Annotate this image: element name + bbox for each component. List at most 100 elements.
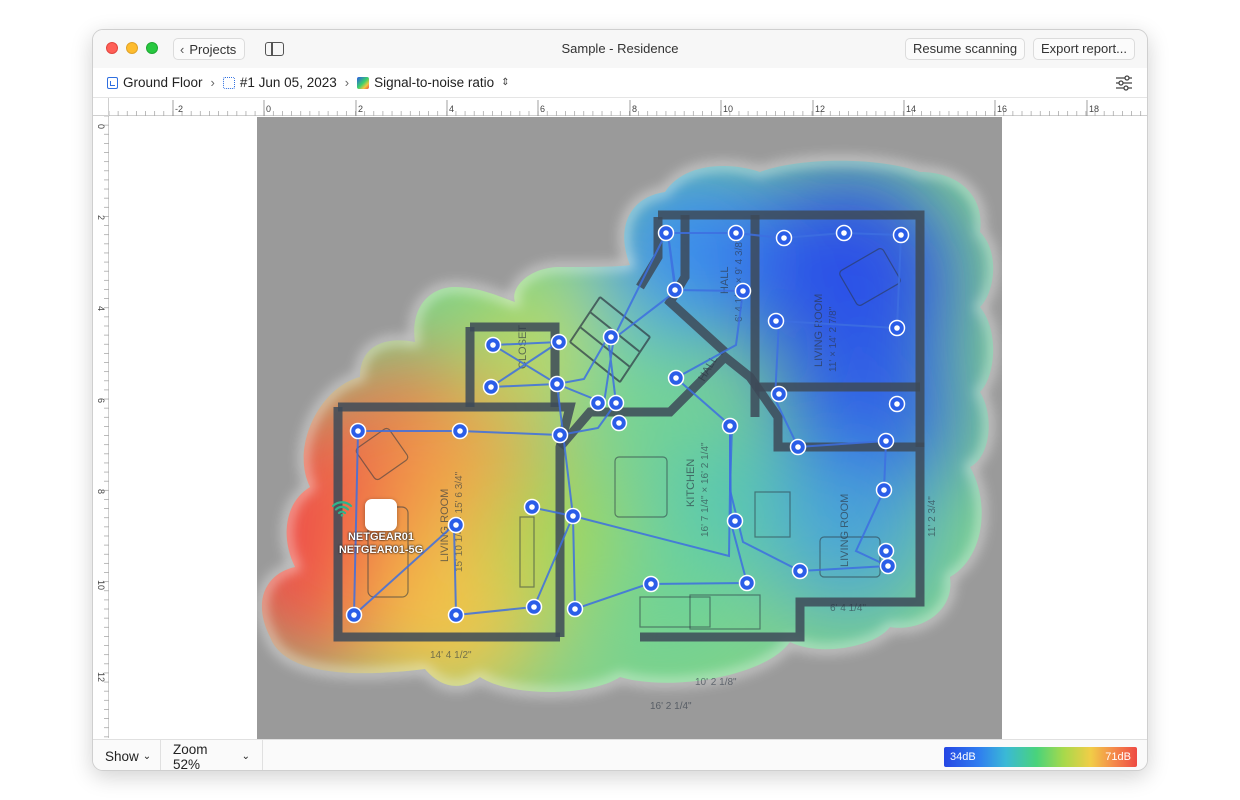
survey-point-center: [732, 518, 738, 524]
show-menu-button[interactable]: Show ⌄: [93, 740, 161, 770]
scan-label: #1 Jun 05, 2023: [239, 75, 337, 90]
ruler-tick-label: 0: [266, 104, 271, 114]
breadcrumb: Ground Floor › #1 Jun 05, 2023 › Signal-…: [93, 68, 1147, 98]
dimension-label: 10' 2 1/8": [695, 677, 737, 688]
survey-point-center: [883, 548, 889, 554]
survey-point-center: [883, 438, 889, 444]
survey-point-center: [572, 606, 578, 612]
dimension-label: 11' 2 3/4": [927, 496, 938, 537]
ruler-tick-label: 10: [723, 104, 733, 114]
survey-point-center: [355, 428, 361, 434]
survey-point-center: [570, 513, 576, 519]
survey-point-center: [672, 287, 678, 293]
access-point-name: NETGEAR01-5G: [338, 544, 424, 556]
survey-point-center: [453, 522, 459, 528]
survey-point-center: [673, 375, 679, 381]
ruler-tick-label: 2: [96, 215, 106, 220]
chevron-right-icon: ›: [344, 75, 350, 90]
sidebar-toggle-icon[interactable]: [265, 42, 284, 56]
chevron-left-icon: ‹: [180, 41, 185, 57]
ruler-tick-label: 6: [96, 398, 106, 403]
breadcrumb-scan[interactable]: #1 Jun 05, 2023: [222, 75, 337, 90]
horizontal-ruler: -2 0 2 4 6 8 10 12 14 16 18: [108, 98, 1147, 116]
survey-point-center: [531, 604, 537, 610]
heatmap-svg: LIVING ROOM CLOSET HALL HALL KITCHEN LIV…: [257, 117, 1002, 739]
ruler-tick-label: 18: [1089, 104, 1099, 114]
ruler-tick-label: 12: [815, 104, 825, 114]
survey-point-center: [881, 487, 887, 493]
ruler-tick-label: 10: [96, 580, 106, 590]
settings-sliders-icon[interactable]: [1115, 74, 1133, 92]
ruler-tick-label: 6: [540, 104, 545, 114]
wifi-icon: [331, 499, 397, 531]
survey-point-center: [894, 325, 900, 331]
dimension-label: 14' 4 1/2": [430, 650, 472, 661]
vertical-ruler: 0 2 4 6 8 10 12: [93, 115, 109, 738]
survey-point-center: [488, 384, 494, 390]
survey-point-center: [529, 504, 535, 510]
survey-point-center: [885, 563, 891, 569]
survey-point-center: [616, 420, 622, 426]
close-window-button[interactable]: [106, 42, 118, 54]
chevron-down-icon: ⌄: [241, 751, 250, 762]
ruler-tick-label: 12: [96, 672, 106, 682]
survey-point-center: [608, 334, 614, 340]
ruler-tick-label: 4: [96, 306, 106, 311]
ruler-tick-label: -2: [175, 104, 183, 114]
survey-point-center: [894, 401, 900, 407]
up-down-chevron-icon: ⇕: [501, 77, 510, 88]
ruler-tick-label: 0: [96, 124, 106, 129]
survey-point-center: [797, 568, 803, 574]
scan-icon: [222, 76, 235, 89]
ruler-tick-label: 2: [358, 104, 363, 114]
legend-max-label: 71dB: [1105, 751, 1131, 763]
dimension-label: 6' 4 1/4" × 9' 4 3/8": [734, 238, 745, 322]
survey-point-center: [773, 318, 779, 324]
survey-point-center: [648, 581, 654, 587]
dimension-label: 11' × 14' 2 7/8": [828, 306, 839, 372]
survey-point-center: [776, 391, 782, 397]
export-report-button[interactable]: Export report...: [1033, 38, 1135, 60]
breadcrumb-floor[interactable]: Ground Floor: [107, 75, 203, 90]
metric-selector[interactable]: Signal-to-noise ratio ⇕: [357, 75, 510, 90]
maximize-window-button[interactable]: [146, 42, 158, 54]
survey-point-center: [727, 423, 733, 429]
survey-point-center: [351, 612, 357, 618]
survey-point-center: [841, 230, 847, 236]
survey-point-center: [740, 288, 746, 294]
access-point-marker[interactable]: NETGEAR01 NETGEAR01-5G: [331, 499, 431, 557]
ruler-tick-label: 14: [906, 104, 916, 114]
back-projects-button[interactable]: ‹ Projects: [173, 38, 246, 60]
zoom-menu-button[interactable]: Zoom 52% ⌄: [161, 740, 263, 771]
metric-label: Signal-to-noise ratio: [374, 75, 495, 90]
resume-scanning-button[interactable]: Resume scanning: [905, 38, 1026, 60]
room-label: KITCHEN: [685, 459, 697, 507]
survey-point-center: [554, 381, 560, 387]
floor-label: Ground Floor: [123, 75, 203, 90]
survey-point-center: [733, 230, 739, 236]
floor-plan-icon: [107, 76, 118, 89]
room-label: LIVING ROOM: [839, 494, 851, 567]
survey-point-center: [781, 235, 787, 241]
ruler-tick-label: 8: [632, 104, 637, 114]
survey-point-center: [744, 580, 750, 586]
survey-point-center: [613, 400, 619, 406]
minimize-window-button[interactable]: [126, 42, 138, 54]
ruler-tick-label: 4: [449, 104, 454, 114]
heatmap-metric-icon: [357, 76, 370, 89]
survey-point-center: [795, 444, 801, 450]
floor-plan-canvas[interactable]: LIVING ROOM CLOSET HALL HALL KITCHEN LIV…: [110, 117, 1147, 739]
access-point-name: NETGEAR01: [347, 531, 415, 543]
survey-point-center: [556, 339, 562, 345]
chevron-right-icon: ›: [210, 75, 215, 90]
back-projects-label: Projects: [189, 41, 237, 57]
survey-point-center: [457, 428, 463, 434]
app-window: ‹ Projects Sample - Residence Resume sca…: [92, 29, 1148, 771]
ruler-tick-label: 8: [96, 489, 106, 494]
survey-point-center: [453, 612, 459, 618]
zoom-label: Zoom 52%: [173, 741, 208, 771]
bottom-bar: Show ⌄ Zoom 52% ⌄ 34dB 71dB: [93, 739, 1147, 771]
dimension-label: 16' 7 1/4" × 16' 2 1/4": [700, 442, 711, 537]
survey-point-center: [898, 232, 904, 238]
show-label: Show: [105, 749, 139, 764]
